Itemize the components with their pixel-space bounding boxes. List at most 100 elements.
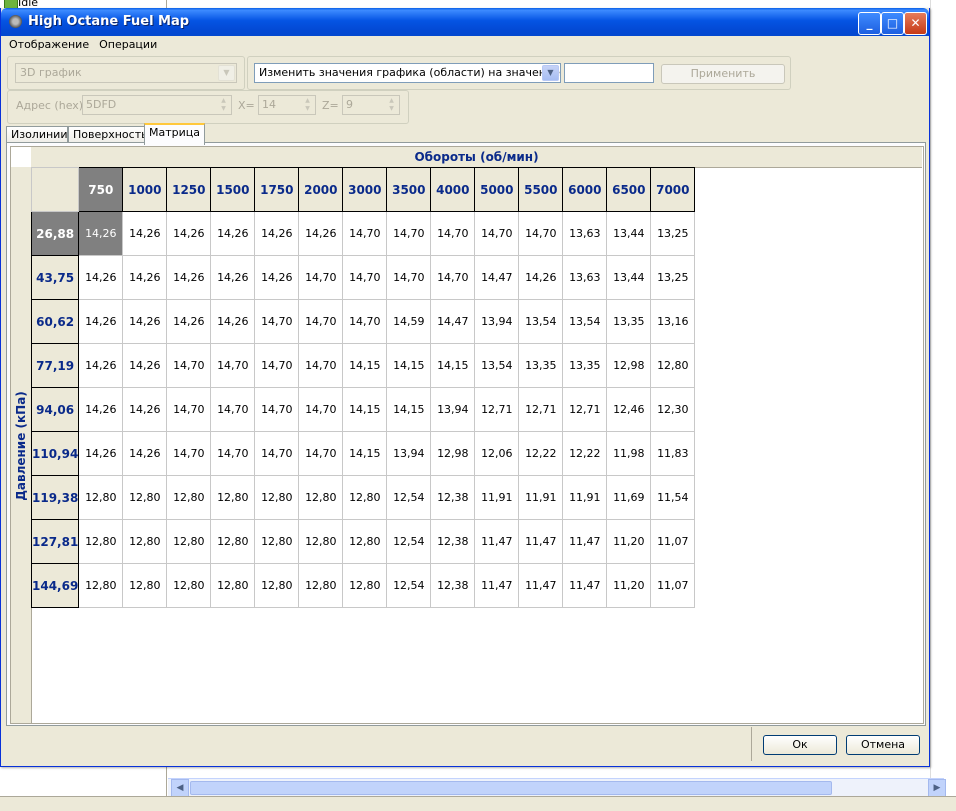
column-header[interactable]: 750: [78, 167, 124, 212]
matrix-cell[interactable]: 14,70: [166, 431, 212, 476]
matrix-cell[interactable]: 14,26: [210, 211, 256, 256]
matrix-cell[interactable]: 11,20: [606, 563, 652, 608]
matrix-cell[interactable]: 13,94: [430, 387, 476, 432]
matrix-cell[interactable]: 14,26: [78, 299, 124, 344]
matrix-cell[interactable]: 12,71: [474, 387, 520, 432]
matrix-cell[interactable]: 14,26: [254, 255, 300, 300]
matrix-cell[interactable]: 14,70: [166, 387, 212, 432]
ok-button[interactable]: Ок: [763, 735, 837, 755]
matrix-cell[interactable]: 14,26: [166, 211, 212, 256]
menu-operations[interactable]: Операции: [94, 37, 162, 53]
matrix-cell[interactable]: 14,70: [298, 343, 344, 388]
matrix-cell[interactable]: 14,26: [122, 387, 168, 432]
matrix-cell[interactable]: 14,70: [166, 343, 212, 388]
matrix-cell[interactable]: 14,15: [430, 343, 476, 388]
row-header[interactable]: 94,06: [30, 387, 80, 432]
spinner-icon[interactable]: ▲ ▼: [301, 97, 314, 113]
matrix-cell[interactable]: 11,07: [650, 563, 696, 608]
matrix-cell[interactable]: 12,80: [254, 563, 300, 608]
scroll-right-icon[interactable]: ▶: [928, 779, 946, 797]
minimize-button[interactable]: _: [858, 12, 881, 35]
row-header[interactable]: 127,81: [30, 519, 80, 564]
matrix-cell[interactable]: 12,98: [430, 431, 476, 476]
matrix-cell[interactable]: 12,98: [606, 343, 652, 388]
matrix-cell[interactable]: 13,16: [650, 299, 696, 344]
z-field[interactable]: 9 ▲ ▼: [342, 95, 400, 115]
column-header[interactable]: 5500: [518, 167, 564, 212]
matrix-cell[interactable]: 12,80: [254, 475, 300, 520]
column-header[interactable]: 4000: [430, 167, 476, 212]
matrix-cell[interactable]: 12,80: [122, 475, 168, 520]
matrix-cell[interactable]: 11,47: [562, 519, 608, 564]
matrix-cell[interactable]: 14,26: [298, 211, 344, 256]
matrix-cell[interactable]: 14,26: [122, 299, 168, 344]
matrix-cell[interactable]: 14,15: [342, 343, 388, 388]
matrix-cell[interactable]: 12,54: [386, 563, 432, 608]
matrix-cell[interactable]: 13,54: [474, 343, 520, 388]
matrix-cell[interactable]: 12,54: [386, 519, 432, 564]
matrix-cell[interactable]: 11,07: [650, 519, 696, 564]
column-header[interactable]: 3000: [342, 167, 388, 212]
matrix-cell[interactable]: 12,80: [298, 475, 344, 520]
matrix-cell[interactable]: 12,80: [254, 519, 300, 564]
matrix-cell[interactable]: 12,80: [210, 475, 256, 520]
matrix-cell[interactable]: 11,91: [474, 475, 520, 520]
matrix-cell[interactable]: 12,80: [298, 563, 344, 608]
matrix-cell[interactable]: 11,69: [606, 475, 652, 520]
address-field[interactable]: 5DFD ▲ ▼: [82, 95, 232, 115]
matrix-cell[interactable]: 14,15: [386, 343, 432, 388]
matrix-cell[interactable]: 11,83: [650, 431, 696, 476]
matrix-cell[interactable]: 14,70: [430, 211, 476, 256]
column-header[interactable]: 2000: [298, 167, 344, 212]
matrix-cell[interactable]: 13,54: [518, 299, 564, 344]
matrix-cell[interactable]: 12,54: [386, 475, 432, 520]
matrix-cell[interactable]: 12,80: [342, 475, 388, 520]
matrix-cell[interactable]: 12,80: [166, 563, 212, 608]
matrix-cell[interactable]: 12,71: [518, 387, 564, 432]
matrix-cell[interactable]: 13,25: [650, 211, 696, 256]
matrix-cell[interactable]: 14,70: [254, 343, 300, 388]
matrix-cell[interactable]: 14,26: [166, 299, 212, 344]
row-header[interactable]: 77,19: [30, 343, 80, 388]
matrix-cell[interactable]: 14,70: [254, 387, 300, 432]
spinner-icon[interactable]: ▲ ▼: [217, 97, 230, 113]
matrix-cell[interactable]: 11,47: [518, 519, 564, 564]
matrix-cell[interactable]: 14,70: [210, 431, 256, 476]
menu-view[interactable]: Отображение: [4, 37, 94, 53]
matrix-cell[interactable]: 14,15: [386, 387, 432, 432]
row-header[interactable]: 60,62: [30, 299, 80, 344]
matrix-cell[interactable]: 14,26: [518, 255, 564, 300]
matrix-cell[interactable]: 13,94: [474, 299, 520, 344]
matrix-cell[interactable]: 14,15: [342, 387, 388, 432]
matrix-cell[interactable]: 14,26: [78, 431, 124, 476]
matrix-cell[interactable]: 14,26: [78, 343, 124, 388]
matrix-cell[interactable]: 14,70: [430, 255, 476, 300]
matrix-cell[interactable]: 14,70: [342, 299, 388, 344]
matrix-cell[interactable]: 14,70: [386, 211, 432, 256]
matrix-cell[interactable]: 12,80: [210, 563, 256, 608]
matrix-cell[interactable]: 14,70: [254, 299, 300, 344]
matrix-cell[interactable]: 12,80: [78, 563, 124, 608]
matrix-cell[interactable]: 14,70: [298, 387, 344, 432]
view-type-select[interactable]: 3D график ▼: [15, 63, 237, 83]
matrix-cell[interactable]: 12,80: [342, 563, 388, 608]
matrix-cell[interactable]: 14,70: [474, 211, 520, 256]
row-header[interactable]: 119,38: [30, 475, 80, 520]
matrix-cell[interactable]: 12,06: [474, 431, 520, 476]
matrix-cell[interactable]: 14,26: [78, 211, 124, 256]
matrix-cell[interactable]: 12,80: [122, 519, 168, 564]
matrix-cell[interactable]: 13,94: [386, 431, 432, 476]
row-header[interactable]: 144,69: [30, 563, 80, 608]
matrix-cell[interactable]: 12,38: [430, 563, 476, 608]
operation-select[interactable]: Изменить значения графика (области) на з…: [254, 63, 561, 83]
matrix-cell[interactable]: 11,91: [562, 475, 608, 520]
matrix-cell[interactable]: 13,35: [518, 343, 564, 388]
matrix-cell[interactable]: 14,26: [210, 299, 256, 344]
row-header[interactable]: 26,88: [30, 211, 80, 256]
matrix-cell[interactable]: 13,54: [562, 299, 608, 344]
matrix-cell[interactable]: 13,44: [606, 255, 652, 300]
matrix-cell[interactable]: 14,26: [254, 211, 300, 256]
matrix-cell[interactable]: 12,80: [166, 519, 212, 564]
matrix-cell[interactable]: 11,20: [606, 519, 652, 564]
matrix-cell[interactable]: 14,70: [386, 255, 432, 300]
